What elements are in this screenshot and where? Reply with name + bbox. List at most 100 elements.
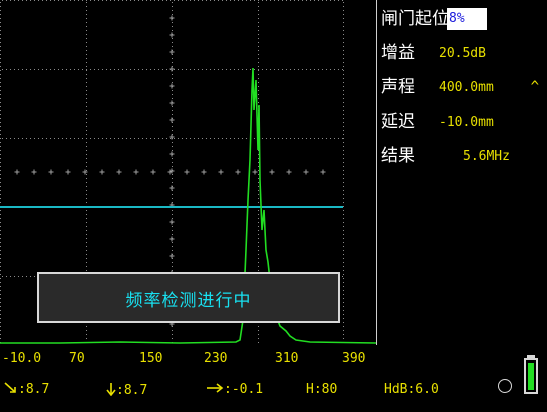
grid-dot: [214, 138, 215, 139]
grid-dot: [182, 69, 183, 70]
grid-dot: [343, 270, 344, 271]
grid-dot: [86, 242, 87, 243]
status-surface-distance: :-0.1: [206, 382, 263, 397]
grid-dot: [26, 276, 27, 277]
grid-dot: [18, 138, 19, 139]
grid-dot: [86, 94, 87, 95]
grid-dot: [343, 130, 344, 131]
grid-dot: [246, 138, 247, 139]
grid-dot: [302, 0, 303, 1]
grid-dot: [258, 218, 259, 219]
grid-dot: [0, 262, 1, 263]
grid-dot: [258, 234, 259, 235]
axis-tick: 310: [275, 351, 299, 366]
grid-dot: [258, 230, 259, 231]
grid-dot: [342, 276, 343, 277]
grid-dot: [0, 86, 1, 87]
grid-dot: [86, 222, 87, 223]
grid-dot: [86, 214, 87, 215]
grid-dot: [166, 69, 167, 70]
grid-dot: [210, 69, 211, 70]
grid-dot: [94, 69, 95, 70]
grid-dot: [246, 69, 247, 70]
grid-dot: [343, 258, 344, 259]
grid-dot: [86, 114, 87, 115]
grid-dot: [343, 54, 344, 55]
grid-dot: [6, 276, 7, 277]
grid-dot: [98, 69, 99, 70]
grid-dot: [343, 178, 344, 179]
grid-dot: [106, 138, 107, 139]
grid-dot: [74, 138, 75, 139]
grid-dot: [0, 230, 1, 231]
grid-dot: [258, 50, 259, 51]
grid-dot: [230, 0, 231, 1]
grid-dot: [343, 38, 344, 39]
grid-dot: [343, 198, 344, 199]
grid-plus-marker: [31, 169, 37, 175]
grid-dot: [86, 218, 87, 219]
grid-dot: [343, 78, 344, 79]
grid-dot: [343, 66, 344, 67]
grid-dot: [258, 254, 259, 255]
grid-dot: [343, 146, 344, 147]
grid-dot: [0, 266, 1, 267]
grid-dot: [282, 138, 283, 139]
param-gate-start[interactable]: 闸门起位 8%: [381, 5, 545, 33]
grid-dot: [343, 322, 344, 323]
result-label: 结果: [381, 146, 415, 166]
grid-dot: [78, 138, 79, 139]
grid-dot: [172, 30, 173, 31]
grid-dot: [0, 170, 1, 171]
grid-dot: [258, 82, 259, 83]
grid-dot: [86, 70, 87, 71]
grid-dot: [0, 318, 1, 319]
grid-dot: [343, 126, 344, 127]
grid-dot: [343, 226, 344, 227]
grid-dot: [290, 138, 291, 139]
grid-dot: [86, 162, 87, 163]
grid-dot: [0, 26, 1, 27]
grid-dot: [343, 118, 344, 119]
grid-dot: [86, 138, 87, 139]
grid-dot: [70, 69, 71, 70]
grid-dot: [86, 250, 87, 251]
grid-dot: [234, 69, 235, 70]
grid-dot: [258, 170, 259, 171]
grid-dot: [0, 38, 1, 39]
battery-fill: [528, 362, 534, 390]
grid-plus-marker: [169, 236, 175, 242]
param-range[interactable]: 声程 400.0mm ^: [381, 73, 545, 101]
grid-dot: [0, 314, 1, 315]
grid-dot: [86, 10, 87, 11]
gate-start-value[interactable]: 8%: [447, 8, 487, 30]
grid-dot: [258, 174, 259, 175]
grid-dot: [258, 6, 259, 7]
grid-dot: [172, 106, 173, 107]
grid-dot: [86, 134, 87, 135]
grid-dot: [82, 138, 83, 139]
grid-plus-marker: [320, 169, 326, 175]
grid-dot: [38, 138, 39, 139]
grid-dot: [343, 222, 344, 223]
grid-dot: [214, 69, 215, 70]
param-delay[interactable]: 延迟 -10.0mm: [381, 108, 545, 136]
grid-dot: [314, 69, 315, 70]
grid-dot: [172, 146, 173, 147]
grid-dot: [172, 126, 173, 127]
grid-dot: [258, 162, 259, 163]
param-gain[interactable]: 增益 20.5dB: [381, 39, 545, 67]
grid-dot: [0, 46, 1, 47]
grid-dot: [343, 302, 344, 303]
grid-dot: [86, 18, 87, 19]
grid-dot: [0, 270, 1, 271]
grid-dot: [0, 30, 1, 31]
grid-dot: [343, 98, 344, 99]
grid-dot: [186, 0, 187, 1]
grid-dot: [6, 69, 7, 70]
grid-dot: [86, 326, 87, 327]
grid-dot: [343, 242, 344, 243]
grid-dot: [158, 138, 159, 139]
caret-up-icon: ^: [530, 79, 539, 95]
grid-dot: [14, 138, 15, 139]
